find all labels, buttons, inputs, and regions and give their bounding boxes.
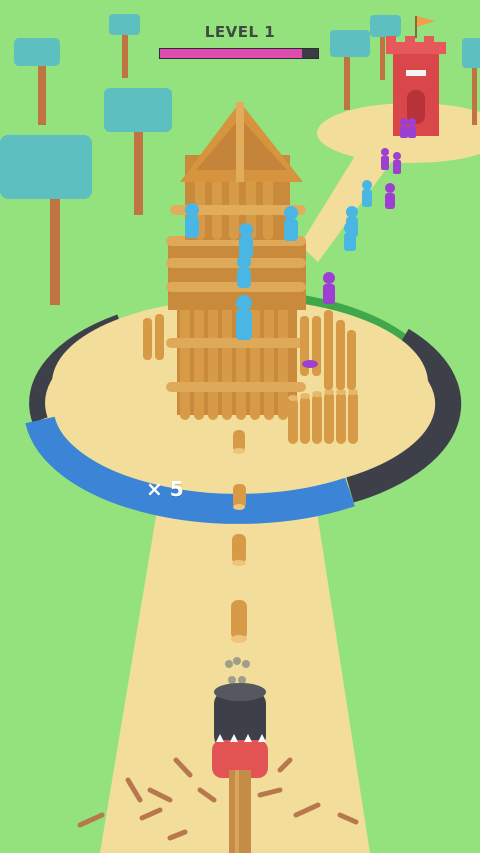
level-progress-fill: [160, 49, 303, 58]
enemy-soldier: [400, 118, 408, 138]
ally-soldier: [344, 222, 356, 251]
tree: [104, 88, 172, 215]
ally-soldier: [362, 180, 372, 207]
log-projectile: [233, 430, 245, 454]
ally-soldier: [239, 223, 253, 258]
game-viewport[interactable]: LEVEL 1 × 5: [0, 0, 480, 853]
level-progress-bar: [159, 48, 319, 59]
ally-soldier: [185, 203, 199, 238]
enemy-soldier: [408, 118, 416, 138]
enemy-soldier: [393, 152, 401, 174]
enemy-soldier: [323, 272, 335, 304]
log-projectile: [232, 534, 246, 566]
paint-splat: [302, 360, 318, 368]
enemy-soldier: [381, 148, 389, 170]
game-scene: [0, 14, 480, 853]
ally-soldier: [284, 206, 298, 241]
enemy-soldier: [385, 183, 395, 209]
ally-soldier: [236, 295, 252, 340]
tree: [14, 38, 60, 125]
log-projectile: [231, 600, 247, 643]
tree: [330, 30, 370, 110]
level-label: LEVEL 1: [204, 23, 276, 41]
multiplier-label: × 5: [146, 477, 184, 501]
tree: [0, 135, 92, 305]
log-projectile: [233, 484, 246, 510]
ally-soldier: [237, 255, 251, 288]
